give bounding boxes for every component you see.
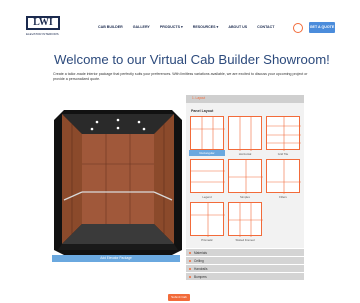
layout-label-slotted-framed: Slotted Framed [235, 238, 255, 242]
layout-slotted-framed-icon [229, 203, 263, 237]
nav-item-cab-builder[interactable]: CAB BUILDER [98, 25, 123, 29]
logo-mark: LWI [26, 16, 60, 30]
configuration-panel: 1. Layout Panel Layout Rectangular Horiz… [186, 95, 304, 280]
layout-option-fillers[interactable] [266, 159, 301, 194]
layout-label-fillers: Fillers [279, 195, 287, 199]
brand-logo[interactable]: LWI ELEVATOR INTERIORS [26, 16, 60, 40]
elevator-render-image [54, 110, 182, 255]
plus-icon [189, 259, 191, 262]
layout-grid-tile-icon [267, 117, 301, 151]
accordion-label: Ceiling [194, 258, 204, 263]
plus-icon [189, 251, 191, 254]
layout-selected-label: Rectangular [189, 150, 225, 156]
page-title: Welcome to our Virtual Cab Builder Showr… [54, 52, 330, 67]
layout-option-simplex[interactable] [228, 159, 263, 194]
panel-header-label: 1. Layout [192, 96, 206, 100]
layout-option-horizontal[interactable] [228, 116, 262, 151]
nav-item-about-us[interactable]: ABOUT US [228, 25, 247, 29]
layout-option-prismatic[interactable] [190, 202, 225, 237]
nav-item-gallery[interactable]: GALLERY [133, 25, 150, 29]
layout-legend-icon [191, 170, 225, 183]
nav-item-products[interactable]: PRODUCTS ▾ [160, 25, 183, 29]
submit-cab-button[interactable]: Submit Cab [168, 294, 190, 301]
layout-label-simplex: Simplex [240, 195, 250, 199]
layout-label-grid-tile: Grid Tile [277, 152, 289, 156]
nav-item-contact[interactable]: CONTACT [257, 25, 274, 29]
layout-label-legend: Legend [202, 195, 212, 199]
logo-tagline: ELEVATOR INTERIORS [26, 32, 59, 36]
layout-option-legend[interactable] [190, 159, 225, 193]
layout-label-horizontal: Horizontal [238, 152, 252, 156]
top-navigation: LWI ELEVATOR INTERIORS CAB BUILDER GALLE… [0, 16, 360, 42]
accordion-label: Materials [194, 250, 207, 255]
layout-horizontal-icon [239, 117, 252, 151]
layout-rectangular-icon [191, 117, 225, 151]
layout-fillers-icon [267, 160, 301, 194]
elevator-cab-preview[interactable] [52, 92, 184, 255]
plus-icon [189, 267, 191, 270]
layout-option-rectangular[interactable] [190, 116, 225, 151]
accordion-label: Bumpers [194, 274, 207, 279]
layout-prismatic-icon [191, 203, 225, 237]
layout-simplex-icon [229, 160, 263, 194]
layout-option-slotted-framed[interactable] [228, 202, 263, 237]
accordion-bumpers[interactable]: Bumpers [186, 272, 304, 280]
add-elevator-package-button[interactable]: Add Elevator Package [52, 255, 180, 262]
intro-text: Create a tailor-made interior package th… [53, 72, 308, 81]
panel-header[interactable]: 1. Layout [186, 95, 304, 103]
get-a-quote-button[interactable]: GET A QUOTE → [309, 22, 335, 40]
main-menu: CAB BUILDER GALLERY PRODUCTS ▾ RESOURCES… [98, 25, 274, 29]
nav-item-resources[interactable]: RESOURCES ▾ [193, 25, 219, 29]
plus-icon [189, 275, 191, 278]
layout-option-grid-tile[interactable] [266, 116, 301, 151]
search-icon[interactable] [293, 23, 303, 33]
panel-layout-label: Panel Layout [191, 109, 214, 113]
accordion-label: Handrails [194, 266, 208, 271]
layout-label-prismatic: Prismatic [201, 238, 213, 242]
